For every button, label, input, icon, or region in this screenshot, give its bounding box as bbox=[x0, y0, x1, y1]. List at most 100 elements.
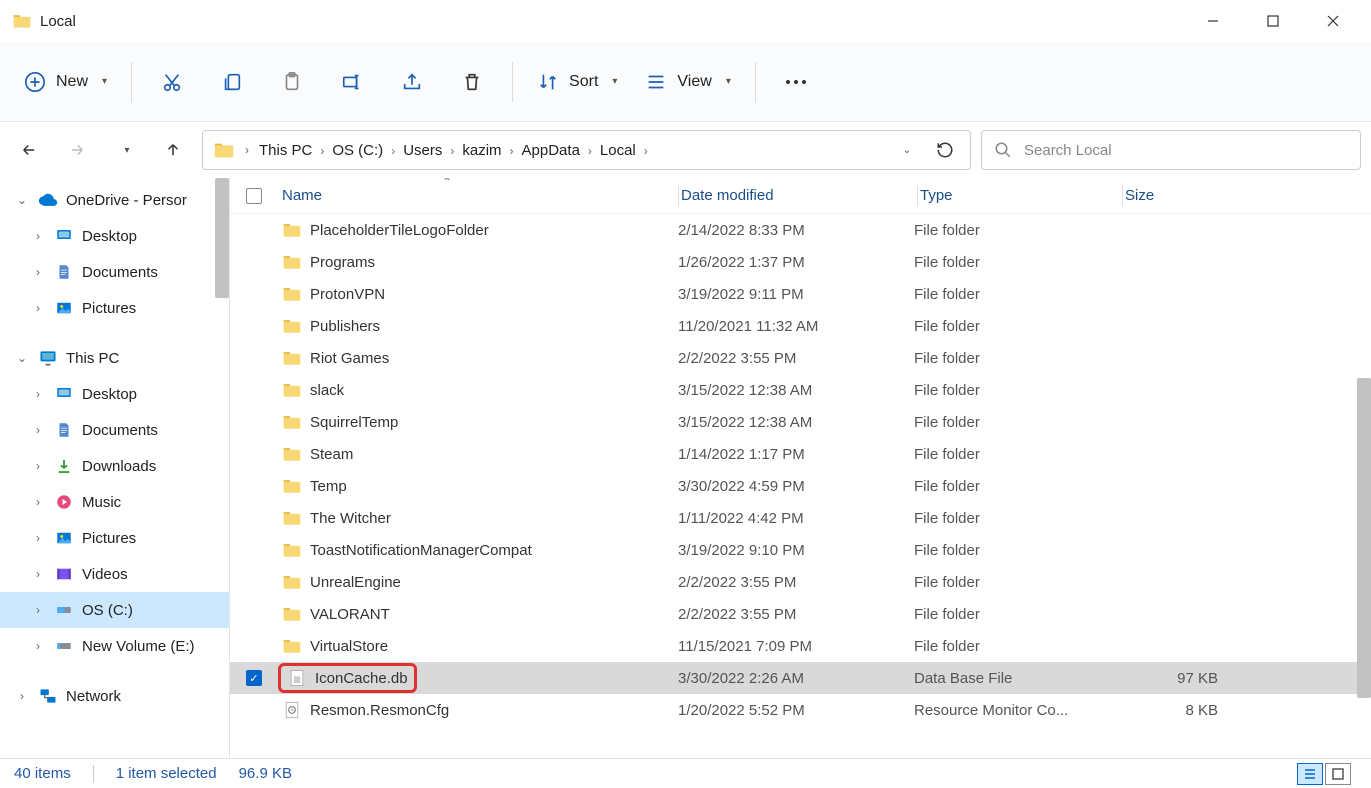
search-box[interactable] bbox=[981, 130, 1361, 170]
row-checkbox[interactable]: ✓ bbox=[246, 670, 262, 686]
close-button[interactable] bbox=[1303, 0, 1363, 42]
cut-button[interactable] bbox=[144, 58, 200, 106]
sidebar-item[interactable]: ›OS (C:) bbox=[0, 592, 229, 628]
file-row[interactable]: VALORANT2/2/2022 3:55 PMFile folder bbox=[230, 598, 1371, 630]
chevron-right-icon[interactable]: › bbox=[30, 495, 46, 509]
delete-button[interactable] bbox=[444, 58, 500, 106]
file-row[interactable]: PlaceholderTileLogoFolder2/14/2022 8:33 … bbox=[230, 214, 1371, 246]
file-row[interactable]: slack3/15/2022 12:38 AMFile folder bbox=[230, 374, 1371, 406]
chevron-right-icon[interactable]: › bbox=[30, 387, 46, 401]
sidebar-item[interactable]: ›Pictures bbox=[0, 290, 229, 326]
chevron-right-icon[interactable]: › bbox=[30, 423, 46, 437]
nav-row: ▾ › This PC›OS (C:)›Users›kazim›AppData›… bbox=[0, 122, 1371, 178]
view-button[interactable]: View ▾ bbox=[633, 58, 742, 106]
chevron-right-icon[interactable]: › bbox=[508, 144, 516, 158]
column-date[interactable]: Date modified bbox=[681, 187, 917, 204]
file-row[interactable]: Publishers11/20/2021 11:32 AMFile folder bbox=[230, 310, 1371, 342]
sidebar-label: This PC bbox=[66, 350, 119, 367]
sidebar-item[interactable]: ›Documents bbox=[0, 254, 229, 290]
maximize-button[interactable] bbox=[1243, 0, 1303, 42]
chevron-right-icon[interactable]: › bbox=[30, 603, 46, 617]
breadcrumb-item[interactable]: OS (C:) bbox=[326, 138, 389, 163]
sidebar-item[interactable]: ›Desktop bbox=[0, 218, 229, 254]
file-row[interactable]: ✓IconCache.db3/30/2022 2:26 AMData Base … bbox=[230, 662, 1371, 694]
sidebar-thispc[interactable]: ⌄ This PC bbox=[0, 340, 229, 376]
chevron-right-icon[interactable]: › bbox=[642, 144, 650, 158]
file-row[interactable]: VirtualStore11/15/2021 7:09 PMFile folde… bbox=[230, 630, 1371, 662]
column-size[interactable]: Size bbox=[1125, 187, 1245, 204]
file-row[interactable]: ToastNotificationManagerCompat3/19/2022 … bbox=[230, 534, 1371, 566]
refresh-button[interactable] bbox=[926, 131, 964, 169]
file-row[interactable]: Steam1/14/2022 1:17 PMFile folder bbox=[230, 438, 1371, 470]
share-button[interactable] bbox=[384, 58, 440, 106]
chevron-down-icon[interactable]: ⌄ bbox=[14, 351, 30, 365]
breadcrumb-item[interactable]: kazim bbox=[456, 138, 507, 163]
copy-button[interactable] bbox=[204, 58, 260, 106]
back-button[interactable] bbox=[10, 131, 48, 169]
chevron-right-icon[interactable]: › bbox=[30, 265, 46, 279]
separator bbox=[755, 62, 756, 102]
sidebar-item[interactable]: ›Music bbox=[0, 484, 229, 520]
chevron-right-icon[interactable]: › bbox=[30, 229, 46, 243]
breadcrumb-item[interactable]: Local bbox=[594, 138, 642, 163]
address-bar[interactable]: › This PC›OS (C:)›Users›kazim›AppData›Lo… bbox=[202, 130, 971, 170]
chevron-right-icon[interactable]: › bbox=[389, 144, 397, 158]
scrollbar[interactable] bbox=[215, 178, 229, 298]
file-name: ToastNotificationManagerCompat bbox=[310, 542, 532, 559]
sidebar-item[interactable]: ›New Volume (E:) bbox=[0, 628, 229, 664]
file-row[interactable]: SquirrelTemp3/15/2022 12:38 AMFile folde… bbox=[230, 406, 1371, 438]
thumbnails-view-button[interactable] bbox=[1325, 763, 1351, 785]
file-row[interactable]: ProtonVPN3/19/2022 9:11 PMFile folder bbox=[230, 278, 1371, 310]
paste-button[interactable] bbox=[264, 58, 320, 106]
file-row[interactable]: UnrealEngine2/2/2022 3:55 PMFile folder bbox=[230, 566, 1371, 598]
file-icon bbox=[282, 316, 302, 336]
more-button[interactable] bbox=[768, 58, 824, 106]
sidebar-network[interactable]: › Network bbox=[0, 678, 229, 714]
sort-button[interactable]: Sort ▾ bbox=[525, 58, 629, 106]
sidebar-item[interactable]: ›Videos bbox=[0, 556, 229, 592]
sidebar-item[interactable]: ›Documents bbox=[0, 412, 229, 448]
file-icon bbox=[282, 380, 302, 400]
column-type[interactable]: Type bbox=[920, 187, 1122, 204]
chevron-right-icon[interactable]: › bbox=[30, 459, 46, 473]
rename-button[interactable] bbox=[324, 58, 380, 106]
file-type: File folder bbox=[914, 350, 1116, 367]
new-button[interactable]: New ▾ bbox=[12, 58, 119, 106]
file-row[interactable]: Programs1/26/2022 1:37 PMFile folder bbox=[230, 246, 1371, 278]
search-input[interactable] bbox=[1024, 142, 1348, 159]
chevron-right-icon[interactable]: › bbox=[14, 689, 30, 703]
file-type: File folder bbox=[914, 414, 1116, 431]
breadcrumb-item[interactable]: Users bbox=[397, 138, 448, 163]
sidebar-onedrive[interactable]: ⌄ OneDrive - Persor bbox=[0, 182, 229, 218]
select-all-checkbox[interactable] bbox=[246, 188, 262, 204]
chevron-right-icon[interactable]: › bbox=[30, 531, 46, 545]
file-icon bbox=[282, 540, 302, 560]
chevron-right-icon[interactable]: › bbox=[586, 144, 594, 158]
chevron-right-icon[interactable]: › bbox=[30, 301, 46, 315]
file-type: File folder bbox=[914, 286, 1116, 303]
sidebar-item[interactable]: ›Desktop bbox=[0, 376, 229, 412]
file-row[interactable]: Riot Games2/2/2022 3:55 PMFile folder bbox=[230, 342, 1371, 374]
file-row[interactable]: The Witcher1/11/2022 4:42 PMFile folder bbox=[230, 502, 1371, 534]
recent-button[interactable]: ▾ bbox=[106, 131, 144, 169]
chevron-right-icon[interactable]: › bbox=[30, 639, 46, 653]
chevron-down-icon[interactable]: ⌄ bbox=[14, 193, 30, 207]
minimize-button[interactable] bbox=[1183, 0, 1243, 42]
file-row[interactable]: Temp3/30/2022 4:59 PMFile folder bbox=[230, 470, 1371, 502]
scrollbar[interactable] bbox=[1357, 378, 1371, 698]
sidebar-item[interactable]: ›Pictures bbox=[0, 520, 229, 556]
column-headers: Name⌃ Date modified Type Size bbox=[230, 178, 1371, 214]
history-dropdown[interactable]: ⌄ bbox=[886, 131, 924, 169]
details-view-button[interactable] bbox=[1297, 763, 1323, 785]
file-name: slack bbox=[310, 382, 344, 399]
chevron-right-icon[interactable]: › bbox=[30, 567, 46, 581]
sidebar-item[interactable]: ›Downloads bbox=[0, 448, 229, 484]
column-name[interactable]: Name⌃ bbox=[282, 187, 678, 204]
forward-button[interactable] bbox=[58, 131, 96, 169]
chevron-right-icon[interactable]: › bbox=[243, 143, 251, 157]
breadcrumb-item[interactable]: AppData bbox=[516, 138, 586, 163]
breadcrumb-item[interactable]: This PC bbox=[253, 138, 318, 163]
file-row[interactable]: Resmon.ResmonCfg1/20/2022 5:52 PMResourc… bbox=[230, 694, 1371, 726]
up-button[interactable] bbox=[154, 131, 192, 169]
file-name: IconCache.db bbox=[315, 670, 408, 687]
